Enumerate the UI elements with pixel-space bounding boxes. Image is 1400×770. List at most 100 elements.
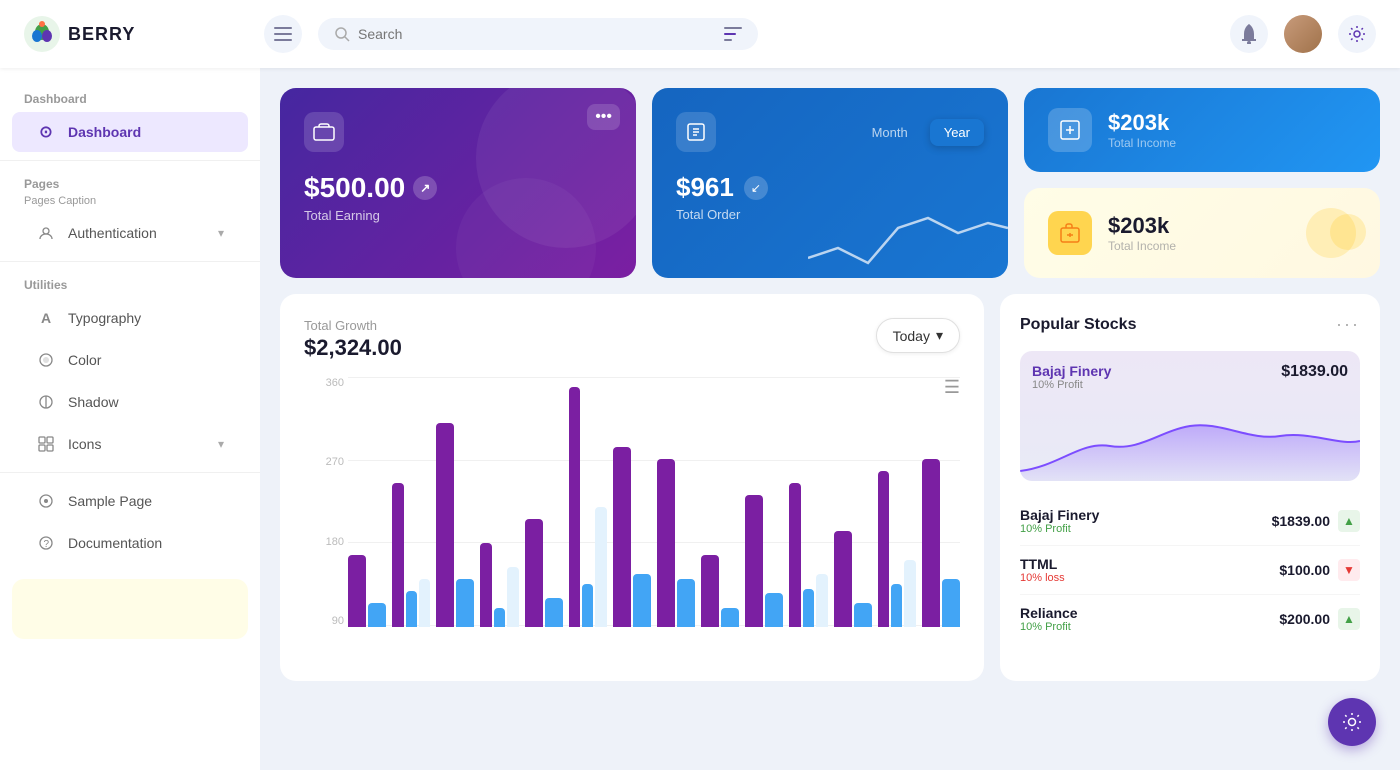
stock-list-item: TTML 10% loss $100.00 ▼ xyxy=(1020,546,1360,595)
sidebar-item-color[interactable]: Color xyxy=(12,340,248,380)
bar-group xyxy=(701,377,739,627)
logo-text: BERRY xyxy=(68,24,135,45)
bars-chart xyxy=(348,377,960,627)
stock-badge-up-reliance: ▲ xyxy=(1338,608,1360,630)
stock-info-bajaj: Bajaj Finery 10% Profit xyxy=(1020,507,1099,535)
settings-button[interactable] xyxy=(1338,15,1376,53)
bar-purple xyxy=(745,495,763,627)
growth-amount: $2,324.00 xyxy=(304,335,402,361)
income-icon-yellow xyxy=(1048,211,1092,255)
sidebar-item-dashboard[interactable]: ⊙ Dashboard xyxy=(12,112,248,152)
order-amount: $961 xyxy=(676,172,734,203)
sidebar-promo-banner xyxy=(12,579,248,639)
sidebar-item-shadow[interactable]: Shadow xyxy=(12,382,248,422)
bar-blue xyxy=(765,593,783,627)
sidebar-item-documentation[interactable]: ? Documentation xyxy=(12,523,248,563)
chevron-down-icon: ▾ xyxy=(936,327,943,344)
bar-purple xyxy=(525,519,543,627)
tab-month[interactable]: Month xyxy=(858,119,922,146)
search-input[interactable] xyxy=(358,26,716,42)
stock-price-bajaj: $1839.00 xyxy=(1272,513,1330,529)
bar-blue xyxy=(942,579,960,627)
popular-stocks-card: Popular Stocks ··· Bajaj Finery 10% Prof… xyxy=(1000,294,1380,681)
y-label-90: 90 xyxy=(304,615,344,627)
sidebar-item-authentication[interactable]: Authentication ▾ xyxy=(12,213,248,253)
growth-title-group: Total Growth $2,324.00 xyxy=(304,318,402,361)
growth-title: Total Growth xyxy=(304,318,402,333)
earning-card-more-button[interactable]: ••• xyxy=(587,104,620,130)
bar-group xyxy=(878,377,916,627)
tab-year[interactable]: Year xyxy=(930,119,984,146)
notification-button[interactable] xyxy=(1230,15,1268,53)
stock-mini-chart: Bajaj Finery 10% Profit $1839.00 xyxy=(1020,351,1360,481)
income-amount-blue: $203k xyxy=(1108,110,1176,136)
sidebar-item-typography[interactable]: A Typography xyxy=(12,298,248,338)
bar-blue xyxy=(494,608,505,627)
bar-blue xyxy=(633,574,651,627)
stock-profit-reliance: 10% Profit xyxy=(1020,621,1078,633)
order-card-icon xyxy=(676,112,716,152)
search-icon xyxy=(334,26,350,42)
bar-blue xyxy=(891,584,902,627)
filter-icon[interactable] xyxy=(724,27,742,41)
y-axis: 360 270 180 90 xyxy=(304,377,344,627)
stock-right-bajaj: $1839.00 ▲ xyxy=(1272,510,1360,532)
layout: Dashboard ⊙ Dashboard Pages Pages Captio… xyxy=(0,68,1400,770)
order-trend-icon: ↙ xyxy=(744,176,768,200)
bar-purple xyxy=(789,483,800,627)
bar-blue xyxy=(854,603,872,627)
bar-group xyxy=(525,377,563,627)
stock-area-chart xyxy=(1020,411,1360,481)
earning-card: ••• $500.00 ↗ Total Earning xyxy=(280,88,636,278)
sidebar-item-typography-label: Typography xyxy=(68,310,141,326)
header-actions xyxy=(1230,15,1376,53)
logo-area: BERRY xyxy=(24,16,264,52)
sidebar-item-sample-page[interactable]: Sample Page xyxy=(12,481,248,521)
chart-area: ☰ 360 270 180 90 xyxy=(304,377,960,657)
today-filter-button[interactable]: Today ▾ xyxy=(876,318,960,353)
avatar[interactable] xyxy=(1284,15,1322,53)
bar-blue xyxy=(368,603,386,627)
stock-info-reliance: Reliance 10% Profit xyxy=(1020,605,1078,633)
bar-purple xyxy=(436,423,454,627)
stock-chart-price: $1839.00 xyxy=(1281,363,1348,381)
bar-light xyxy=(904,560,915,627)
bar-purple xyxy=(392,483,403,627)
stock-profit-ttml: 10% loss xyxy=(1020,572,1065,584)
bell-icon xyxy=(1240,24,1258,44)
bar-blue xyxy=(582,584,593,627)
stock-price-reliance: $200.00 xyxy=(1279,611,1330,627)
bar-group xyxy=(436,377,474,627)
header: BERRY xyxy=(0,0,1400,68)
top-cards-row: ••• $500.00 ↗ Total Earning Month xyxy=(280,88,1380,278)
fab-gear-icon xyxy=(1341,711,1363,733)
stock-name-reliance: Reliance xyxy=(1020,605,1078,621)
sidebar-pages-caption: Pages Caption xyxy=(0,195,260,211)
bar-purple xyxy=(834,531,852,627)
income-yellow-text: $203k Total Income xyxy=(1108,213,1176,253)
order-wave-chart xyxy=(808,198,1008,278)
bar-light xyxy=(595,507,606,627)
icons-chevron-icon: ▾ xyxy=(218,437,224,451)
income-icon-blue xyxy=(1048,108,1092,152)
total-income-card-blue: $203k Total Income xyxy=(1024,88,1380,172)
bar-group xyxy=(569,377,607,627)
bar-blue xyxy=(677,579,695,627)
sidebar-item-icons[interactable]: Icons ▾ xyxy=(12,424,248,464)
right-cards: $203k Total Income $203k Total Income xyxy=(1024,88,1380,278)
earning-trend-icon: ↗ xyxy=(413,176,437,200)
stocks-more-button[interactable]: ··· xyxy=(1336,314,1360,335)
icons-icon xyxy=(36,434,56,454)
bar-purple xyxy=(613,447,631,627)
bar-group xyxy=(613,377,651,627)
sidebar-item-docs-label: Documentation xyxy=(68,535,162,551)
bar-light xyxy=(816,574,827,627)
total-income-card-yellow: $203k Total Income xyxy=(1024,188,1380,278)
fab-settings-button[interactable] xyxy=(1328,698,1376,746)
bar-purple xyxy=(348,555,366,627)
y-label-270: 270 xyxy=(304,456,344,468)
menu-button[interactable] xyxy=(264,15,302,53)
bar-purple xyxy=(701,555,719,627)
bar-group xyxy=(480,377,518,627)
bar-purple xyxy=(569,387,580,627)
